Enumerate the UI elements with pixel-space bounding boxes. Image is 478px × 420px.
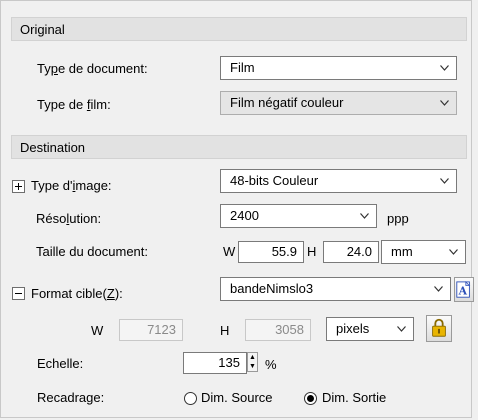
chevron-down-icon	[449, 249, 458, 255]
chevron-down-icon	[360, 213, 369, 219]
resolution-select[interactable]: 2400	[220, 204, 377, 228]
svg-text:A: A	[458, 285, 468, 298]
original-header-label: Original	[20, 22, 65, 37]
target-height-letter: H	[220, 323, 230, 338]
scale-unit: %	[265, 357, 277, 372]
target-format-select[interactable]: bandeNimslo3	[220, 277, 451, 301]
crop-output-radio[interactable]	[304, 392, 317, 405]
target-width-letter: W	[91, 323, 104, 338]
lock-aspect-button[interactable]	[426, 315, 452, 342]
destination-header-label: Destination	[20, 140, 86, 155]
scale-label: Echelle:	[37, 356, 84, 371]
target-format-collapse-button[interactable]	[12, 287, 25, 300]
film-type-label: Type de film:	[37, 97, 111, 112]
chevron-down-icon	[440, 178, 449, 184]
crop-label: Recadrage:	[37, 390, 105, 405]
film-type-select[interactable]: Film négatif couleur	[220, 91, 457, 115]
resolution-value: 2400	[230, 208, 259, 223]
image-type-expand-button[interactable]	[12, 180, 25, 193]
a-text-icon: A	[456, 281, 471, 298]
image-type-select[interactable]: 48-bits Couleur	[220, 169, 457, 193]
target-unit-value: pixels	[336, 321, 370, 336]
crop-source-label[interactable]: Dim. Source	[201, 390, 273, 406]
target-unit-select[interactable]: pixels	[326, 317, 414, 341]
chevron-down-icon	[434, 286, 443, 292]
chevron-down-icon	[440, 100, 449, 106]
destination-section-header: Destination	[11, 135, 467, 159]
document-height-letter: H	[307, 244, 317, 259]
edit-target-button[interactable]: A	[454, 277, 474, 302]
target-format-value: bandeNimslo3	[230, 281, 314, 296]
scale-input[interactable]: 135	[183, 352, 247, 374]
resolution-unit: ppp	[387, 211, 409, 226]
resolution-label: Résolution:	[36, 211, 102, 226]
crop-output-label[interactable]: Dim. Sortie	[322, 390, 386, 406]
target-format-label: Format cible(Z):	[31, 286, 123, 301]
image-type-value: 48-bits Couleur	[230, 173, 319, 188]
target-width-output: 7123	[119, 319, 183, 341]
document-type-value: Film	[230, 60, 255, 75]
document-type-select[interactable]: Film	[220, 56, 457, 80]
document-height-input[interactable]: 24.0	[323, 241, 379, 263]
document-unit-select[interactable]: mm	[381, 240, 466, 264]
lock-icon	[432, 318, 446, 337]
crop-source-radio[interactable]	[184, 392, 197, 405]
original-section-header: Original	[11, 17, 467, 41]
image-type-label: Type d'image:	[31, 178, 112, 193]
chevron-down-icon	[440, 65, 449, 71]
scale-spinner[interactable]: ▲ ▼	[247, 352, 258, 372]
target-height-output: 3058	[245, 319, 311, 341]
chevron-down-icon	[397, 326, 406, 332]
document-width-letter: W	[223, 244, 236, 259]
document-unit-value: mm	[391, 244, 413, 259]
document-width-input[interactable]: 55.9	[238, 241, 304, 263]
document-type-label: Type de document:	[37, 61, 148, 76]
scan-settings-panel: Original Type de document: Film Type de …	[0, 0, 474, 418]
spin-down-icon: ▼	[249, 363, 256, 370]
film-type-value: Film négatif couleur	[230, 95, 344, 110]
document-size-label: Taille du document:	[36, 244, 149, 259]
spin-up-icon: ▲	[249, 354, 256, 361]
